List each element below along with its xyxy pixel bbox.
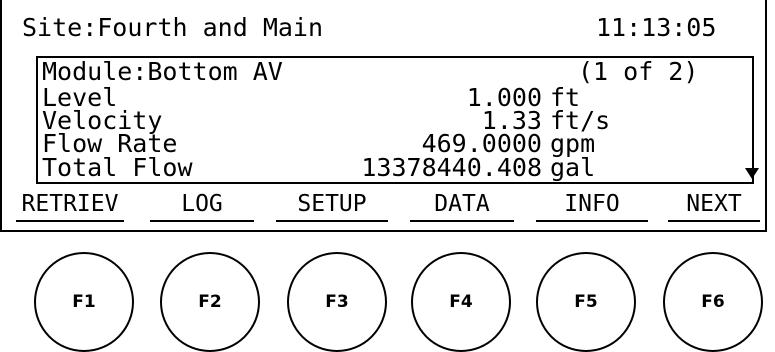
down-arrow-icon bbox=[745, 168, 759, 179]
f1-button[interactable]: F1 bbox=[34, 252, 134, 352]
softkey-info[interactable]: INFO bbox=[536, 190, 648, 222]
f5-button[interactable]: F5 bbox=[536, 252, 636, 352]
reading-unit: gal bbox=[550, 153, 596, 182]
module-title: Module:Bottom AV bbox=[42, 57, 283, 86]
reading-row-total-flow: Total Flow 13378440.408 gal bbox=[42, 155, 742, 181]
softkey-setup[interactable]: SETUP bbox=[276, 190, 388, 222]
clock-time: 11:13:05 bbox=[596, 13, 717, 42]
softkey-next[interactable]: NEXT bbox=[668, 190, 760, 222]
reading-label: Total Flow bbox=[42, 153, 193, 182]
softkey-data[interactable]: DATA bbox=[410, 190, 514, 222]
softkey-log[interactable]: LOG bbox=[150, 190, 254, 222]
softkey-retriev[interactable]: RETRIEV bbox=[16, 190, 124, 222]
softkey-labels: RETRIEV LOG SETUP DATA INFO NEXT bbox=[16, 190, 766, 222]
f2-button[interactable]: F2 bbox=[160, 252, 260, 352]
f4-button[interactable]: F4 bbox=[411, 252, 511, 352]
f6-button[interactable]: F6 bbox=[663, 252, 763, 352]
lcd-screen: Site:Fourth and Main 11:13:05 Module:Bot… bbox=[0, 0, 767, 232]
reading-value: 13378440.408 bbox=[361, 153, 542, 182]
module-panel: Module:Bottom AV (1 of 2) Level 1.000 ft… bbox=[36, 56, 754, 184]
page-indicator: (1 of 2) bbox=[578, 57, 699, 86]
site-name: Site:Fourth and Main bbox=[22, 13, 324, 42]
f3-button[interactable]: F3 bbox=[287, 252, 387, 352]
